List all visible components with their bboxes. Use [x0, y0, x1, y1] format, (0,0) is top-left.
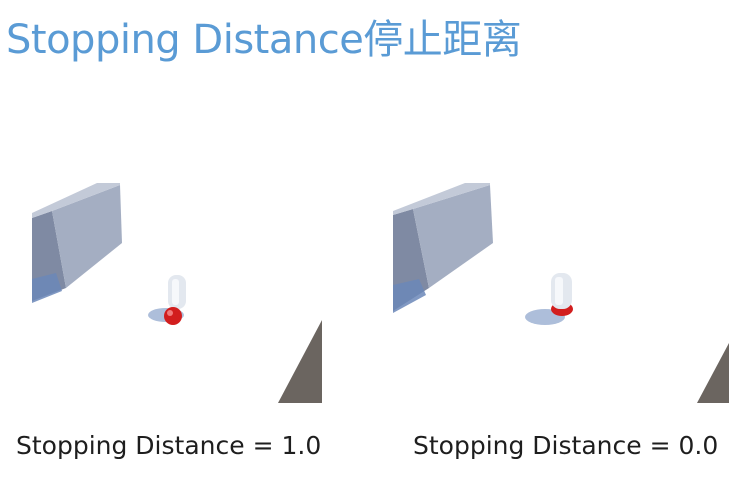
- ramp-corner: [278, 320, 322, 403]
- caption-stopping-distance-1: Stopping Distance = 1.0: [16, 431, 322, 460]
- scene-stopping-distance-1: [32, 183, 322, 403]
- scene-render: [32, 183, 322, 403]
- scene-stopping-distance-0: [393, 183, 729, 403]
- slide-title: Stopping Distance停止距离: [6, 17, 522, 63]
- scene-render: [393, 183, 729, 403]
- wall-shadow: [393, 279, 426, 313]
- caption-stopping-distance-0: Stopping Distance = 0.0: [413, 431, 719, 460]
- target-sphere: [164, 307, 182, 325]
- ramp-corner: [697, 343, 729, 403]
